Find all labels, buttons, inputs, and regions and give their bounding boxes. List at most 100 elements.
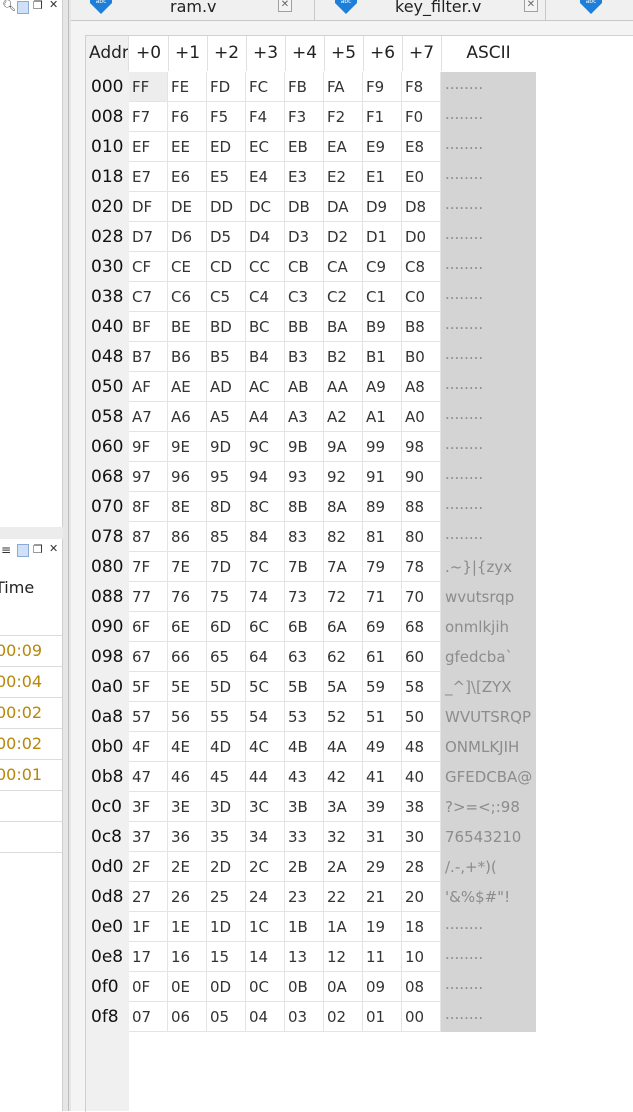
byte-cell[interactable]: AE <box>168 372 207 402</box>
byte-cell[interactable]: 2C <box>246 852 285 882</box>
byte-cell[interactable]: 7A <box>324 552 363 582</box>
byte-cell[interactable]: A0 <box>402 402 441 432</box>
byte-cell[interactable]: 42 <box>324 762 363 792</box>
byte-cell[interactable]: FA <box>324 72 363 102</box>
byte-cell[interactable]: E8 <box>402 132 441 162</box>
byte-cell[interactable]: F8 <box>402 72 441 102</box>
byte-cell[interactable]: 1A <box>324 912 363 942</box>
byte-cell[interactable]: 53 <box>285 702 324 732</box>
byte-cell[interactable]: CB <box>285 252 324 282</box>
byte-cell[interactable]: 60 <box>402 642 441 672</box>
byte-cell[interactable]: 65 <box>207 642 246 672</box>
byte-cell[interactable]: 99 <box>363 432 402 462</box>
byte-cell[interactable]: C6 <box>168 282 207 312</box>
byte-cell[interactable]: 52 <box>324 702 363 732</box>
byte-cell[interactable]: 9C <box>246 432 285 462</box>
menu-icon[interactable]: ≡ <box>1 543 11 557</box>
ascii-cell[interactable]: ........ <box>441 972 536 1002</box>
ascii-cell[interactable]: _^]\[ZYX <box>441 672 536 702</box>
close-tab-icon[interactable]: ✕ <box>524 0 538 12</box>
ascii-cell[interactable]: ........ <box>441 432 536 462</box>
byte-cell[interactable]: 0E <box>168 972 207 1002</box>
byte-cell[interactable]: 0F <box>129 972 168 1002</box>
restore-icon[interactable]: ❐ <box>33 0 43 12</box>
time-row[interactable]: 00:01 <box>0 760 62 791</box>
byte-cell[interactable]: C4 <box>246 282 285 312</box>
byte-cell[interactable]: E6 <box>168 162 207 192</box>
byte-cell[interactable]: 46 <box>168 762 207 792</box>
byte-cell[interactable]: 9B <box>285 432 324 462</box>
byte-cell[interactable]: 09 <box>363 972 402 1002</box>
ascii-cell[interactable]: ........ <box>441 312 536 342</box>
byte-cell[interactable]: 73 <box>285 582 324 612</box>
byte-cell[interactable]: E5 <box>207 162 246 192</box>
ascii-cell[interactable]: ........ <box>441 1002 536 1032</box>
byte-cell[interactable]: 45 <box>207 762 246 792</box>
ascii-cell[interactable]: ........ <box>441 402 536 432</box>
byte-cell[interactable]: 33 <box>285 822 324 852</box>
byte-cell[interactable]: 23 <box>285 882 324 912</box>
byte-cell[interactable]: 28 <box>402 852 441 882</box>
byte-cell[interactable]: 3B <box>285 792 324 822</box>
byte-cell[interactable]: CE <box>168 252 207 282</box>
ascii-cell[interactable]: ONMLKJIH <box>441 732 536 762</box>
byte-cell[interactable]: 92 <box>324 462 363 492</box>
restore-icon[interactable]: ❐ <box>33 543 43 556</box>
byte-cell[interactable]: 26 <box>168 882 207 912</box>
byte-cell[interactable]: 48 <box>402 732 441 762</box>
byte-cell[interactable]: 88 <box>402 492 441 522</box>
ascii-cell[interactable]: ........ <box>441 162 536 192</box>
ascii-cell[interactable]: ........ <box>441 462 536 492</box>
byte-cell[interactable]: 1B <box>285 912 324 942</box>
byte-cell[interactable]: 04 <box>246 1002 285 1032</box>
byte-cell[interactable]: 07 <box>129 1002 168 1032</box>
ascii-cell[interactable]: ?>=<;:98 <box>441 792 536 822</box>
byte-cell[interactable]: 3C <box>246 792 285 822</box>
ascii-cell[interactable]: ........ <box>441 192 536 222</box>
byte-cell[interactable]: BE <box>168 312 207 342</box>
ascii-cell[interactable]: ........ <box>441 522 536 552</box>
byte-cell[interactable]: 96 <box>168 462 207 492</box>
byte-cell[interactable]: 70 <box>402 582 441 612</box>
byte-cell[interactable]: 55 <box>207 702 246 732</box>
byte-cell[interactable]: 5B <box>285 672 324 702</box>
ascii-cell[interactable]: ........ <box>441 102 536 132</box>
byte-cell[interactable]: C0 <box>402 282 441 312</box>
time-row[interactable]: 00:02 <box>0 698 62 729</box>
byte-cell[interactable]: 67 <box>129 642 168 672</box>
byte-cell[interactable]: FB <box>285 72 324 102</box>
byte-cell[interactable]: F4 <box>246 102 285 132</box>
byte-cell[interactable]: B7 <box>129 342 168 372</box>
byte-cell[interactable]: AF <box>129 372 168 402</box>
byte-cell[interactable]: B0 <box>402 342 441 372</box>
byte-cell[interactable]: 5A <box>324 672 363 702</box>
byte-cell[interactable]: 47 <box>129 762 168 792</box>
byte-cell[interactable]: 02 <box>324 1002 363 1032</box>
verilog-file-icon[interactable]: abc <box>577 0 605 15</box>
ascii-cell[interactable]: gfedcba` <box>441 642 536 672</box>
byte-cell[interactable]: C9 <box>363 252 402 282</box>
byte-cell[interactable]: 72 <box>324 582 363 612</box>
byte-cell[interactable]: CC <box>246 252 285 282</box>
byte-cell[interactable]: 32 <box>324 822 363 852</box>
pin-icon[interactable] <box>17 544 29 557</box>
byte-cell[interactable]: 9D <box>207 432 246 462</box>
byte-cell[interactable]: C7 <box>129 282 168 312</box>
byte-cell[interactable]: D3 <box>285 222 324 252</box>
byte-cell[interactable]: 93 <box>285 462 324 492</box>
byte-cell[interactable]: 2D <box>207 852 246 882</box>
byte-cell[interactable]: 11 <box>363 942 402 972</box>
byte-cell[interactable]: 0B <box>285 972 324 1002</box>
byte-cell[interactable]: E2 <box>324 162 363 192</box>
byte-cell[interactable]: D8 <box>402 192 441 222</box>
byte-cell[interactable]: 81 <box>363 522 402 552</box>
byte-cell[interactable]: 9F <box>129 432 168 462</box>
byte-cell[interactable]: CF <box>129 252 168 282</box>
byte-cell[interactable]: 2A <box>324 852 363 882</box>
ascii-cell[interactable]: ........ <box>441 492 536 522</box>
byte-cell[interactable]: A1 <box>363 402 402 432</box>
byte-cell[interactable]: DD <box>207 192 246 222</box>
byte-cell[interactable]: 8C <box>246 492 285 522</box>
byte-cell[interactable]: E1 <box>363 162 402 192</box>
byte-cell[interactable]: 37 <box>129 822 168 852</box>
